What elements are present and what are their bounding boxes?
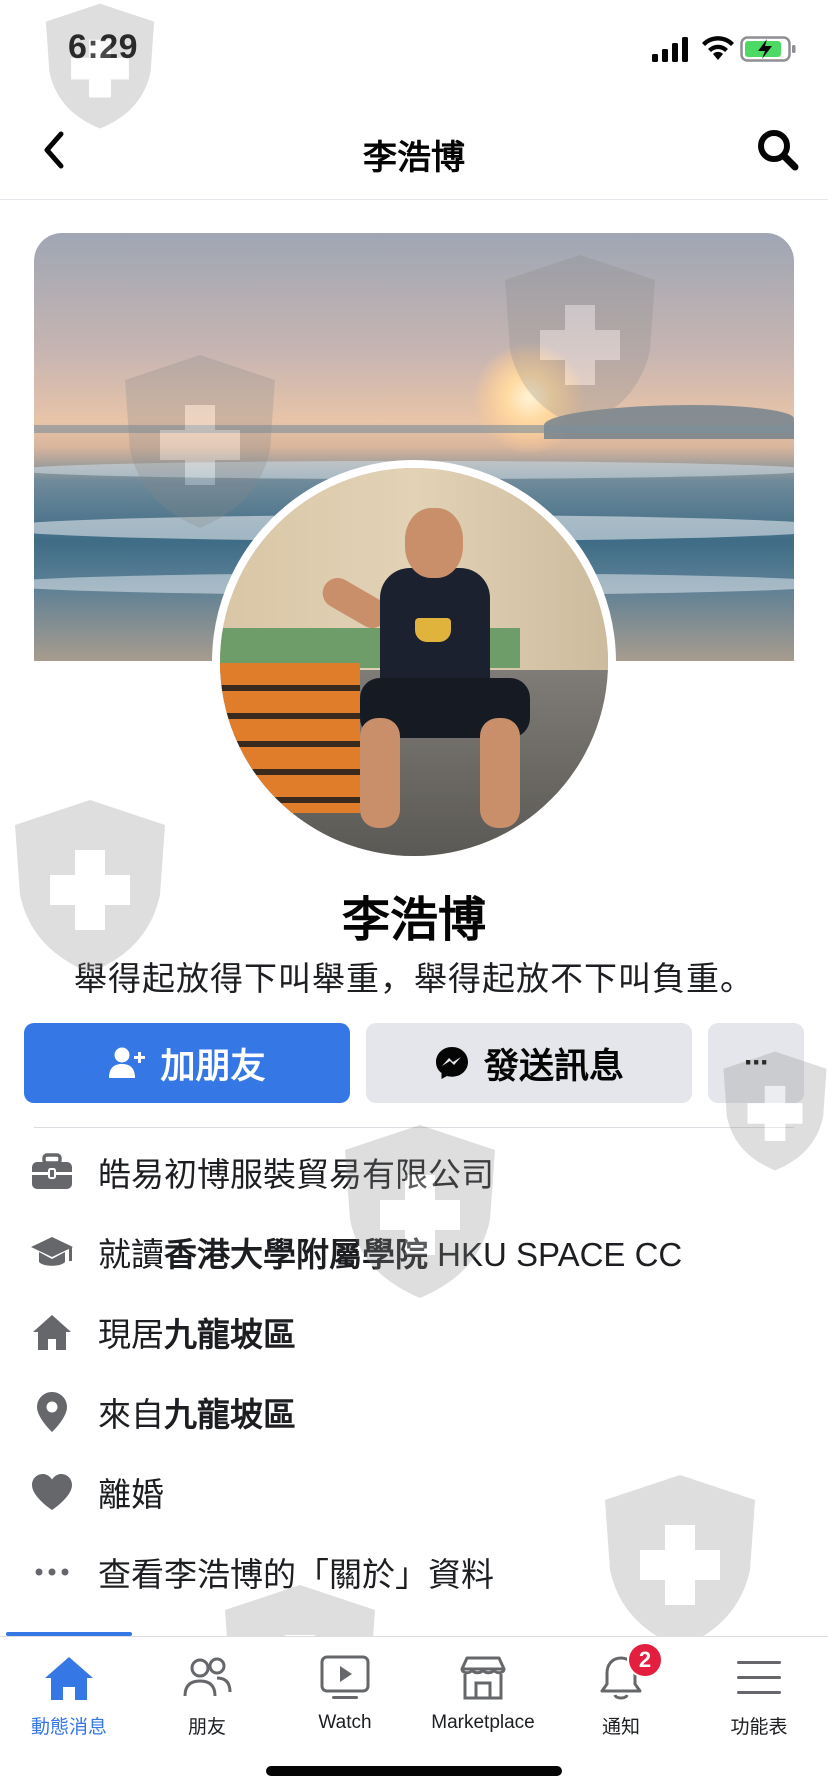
profile-bio: 舉得起放得下叫舉重，舉得起放不下叫負重。 bbox=[74, 960, 754, 997]
watch-icon bbox=[317, 1650, 373, 1706]
info-lives-in[interactable]: 現居九龍坡區 bbox=[30, 1301, 800, 1363]
education-prefix: 就讀 bbox=[98, 1236, 164, 1273]
education-suffix: HKU SPACE CC bbox=[428, 1236, 683, 1273]
tab-label: Watch bbox=[318, 1712, 372, 1733]
cellular-signal-icon bbox=[652, 37, 688, 62]
info-relationship[interactable]: 離婚 bbox=[30, 1461, 800, 1523]
status-time: 6:29 bbox=[68, 28, 139, 66]
wifi-icon bbox=[702, 36, 734, 60]
lives-prefix: 現居 bbox=[98, 1316, 164, 1353]
tab-friends[interactable]: 朋友 bbox=[138, 1650, 276, 1740]
graduation-cap-icon bbox=[30, 1230, 74, 1274]
see-about-info-link[interactable]: 查看李浩博的「關於」資料 bbox=[30, 1541, 800, 1603]
send-message-label: 發送訊息 bbox=[483, 1046, 624, 1086]
heart-icon bbox=[30, 1470, 74, 1514]
from-text: 來自九龍坡區 bbox=[98, 1388, 296, 1436]
lives-place: 九龍坡區 bbox=[164, 1316, 296, 1353]
friends-icon bbox=[179, 1650, 235, 1706]
profile-name: 李浩博 bbox=[341, 894, 486, 947]
search-icon bbox=[758, 130, 799, 171]
briefcase-icon bbox=[30, 1150, 74, 1194]
lives-in-text: 現居九龍坡區 bbox=[98, 1308, 296, 1356]
info-education[interactable]: 就讀香港大學附屬學院 HKU SPACE CC bbox=[30, 1221, 800, 1283]
more-icon: ··· bbox=[744, 1046, 770, 1079]
tab-label: Marketplace bbox=[431, 1712, 535, 1733]
bell-icon: 2 bbox=[593, 1642, 663, 1706]
education-text: 就讀香港大學附屬學院 HKU SPACE CC bbox=[98, 1228, 682, 1276]
education-school: 香港大學附屬學院 bbox=[164, 1236, 428, 1273]
profile-picture[interactable] bbox=[212, 460, 616, 864]
more-options-button[interactable]: ··· bbox=[708, 1023, 804, 1103]
from-place: 九龍坡區 bbox=[164, 1396, 296, 1433]
tab-label: 朋友 bbox=[187, 1717, 226, 1738]
see-about-text: 查看李浩博的「關於」資料 bbox=[98, 1556, 494, 1593]
tab-label: 通知 bbox=[601, 1717, 640, 1738]
tab-notifications[interactable]: 2 通知 bbox=[552, 1642, 690, 1740]
divider bbox=[34, 1127, 794, 1128]
add-friend-button[interactable]: 加朋友 bbox=[24, 1023, 350, 1103]
tab-marketplace[interactable]: Marketplace bbox=[414, 1650, 552, 1740]
battery-icon bbox=[740, 36, 796, 62]
from-prefix: 來自 bbox=[98, 1396, 164, 1433]
navigation-bar: 李浩博 bbox=[0, 100, 828, 200]
location-pin-icon bbox=[30, 1390, 74, 1434]
home-icon bbox=[30, 1310, 74, 1354]
send-message-button[interactable]: 發送訊息 bbox=[366, 1023, 692, 1103]
page-title: 李浩博 bbox=[363, 139, 465, 177]
add-friend-label: 加朋友 bbox=[160, 1046, 266, 1086]
tab-label: 動態消息 bbox=[30, 1717, 107, 1738]
tab-watch[interactable]: Watch bbox=[276, 1650, 414, 1740]
status-bar: 6:29 bbox=[0, 0, 828, 100]
tab-label: 功能表 bbox=[730, 1717, 788, 1738]
marketplace-icon bbox=[455, 1650, 511, 1706]
home-icon bbox=[41, 1650, 97, 1706]
menu-icon bbox=[731, 1650, 787, 1706]
messenger-icon bbox=[435, 1047, 468, 1079]
notification-badge: 2 bbox=[627, 1642, 663, 1678]
relationship-text: 離婚 bbox=[98, 1476, 164, 1513]
home-indicator[interactable] bbox=[266, 1766, 562, 1776]
tab-menu[interactable]: 功能表 bbox=[690, 1650, 828, 1740]
more-dots-icon bbox=[30, 1550, 74, 1594]
info-work[interactable]: 皓易初博服裝貿易有限公司 bbox=[30, 1141, 800, 1203]
info-from[interactable]: 來自九龍坡區 bbox=[30, 1381, 800, 1443]
search-button[interactable] bbox=[750, 122, 806, 178]
tab-news-feed[interactable]: 動態消息 bbox=[0, 1650, 138, 1740]
work-text: 皓易初博服裝貿易有限公司 bbox=[98, 1156, 494, 1193]
profile-screen: { "status_bar": { "time": "6:29" }, "nav… bbox=[0, 0, 828, 1792]
add-person-icon bbox=[109, 1047, 146, 1078]
